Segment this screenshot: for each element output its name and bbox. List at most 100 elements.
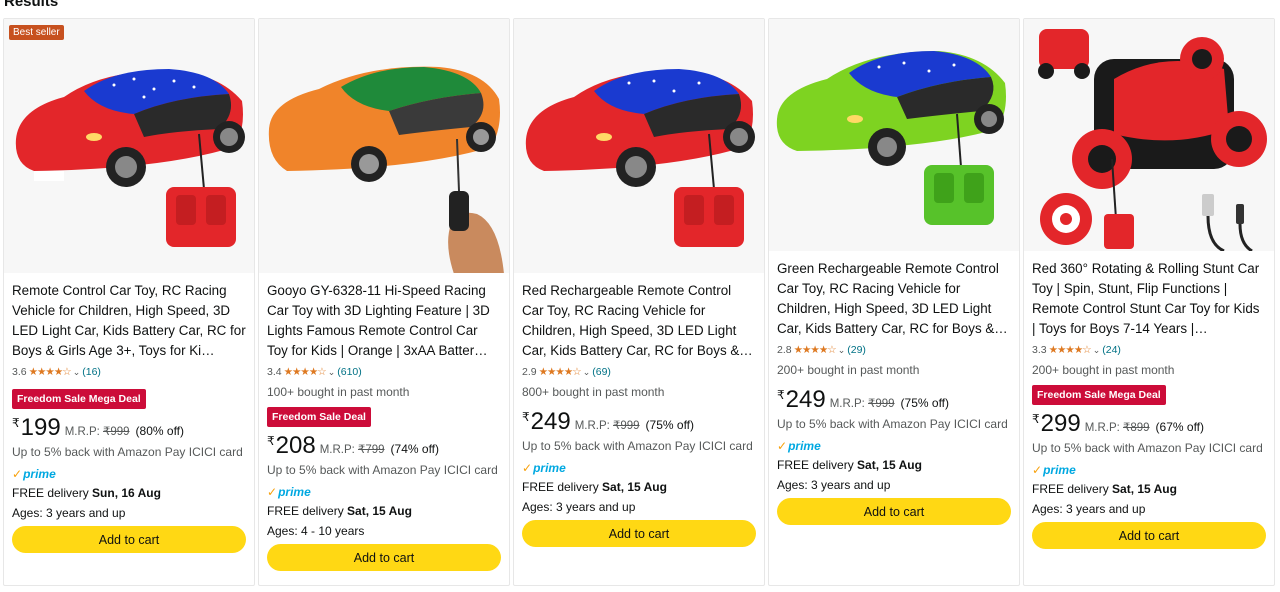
delivery-text: FREE delivery Sat, 15 Aug [777, 458, 922, 472]
mrp-value: ₹799 [358, 444, 385, 456]
prime-badge: ✓ prime [1032, 463, 1076, 477]
rating-row[interactable]: 3.3 ★★★★☆ ⌄ (24) [1032, 343, 1266, 357]
product-title[interactable]: Red 360° Rotating & Rolling Stunt Car To… [1032, 259, 1266, 339]
mrp-label: M.R.P: [319, 444, 355, 456]
price-row: ₹ 208 M.R.P: ₹799 (74% off) [267, 433, 501, 459]
product-card-5[interactable]: Red 360° Rotating & Rolling Stunt Car To… [1023, 18, 1275, 586]
mrp-value: ₹999 [103, 426, 130, 438]
bought-count: 200+ bought in past month [777, 363, 920, 377]
rating-value: 2.8 [777, 344, 792, 356]
product-title[interactable]: Remote Control Car Toy, RC Racing Vehicl… [12, 281, 246, 361]
rating-value: 3.4 [267, 366, 282, 378]
rating-count[interactable]: (16) [82, 366, 101, 378]
product-title[interactable]: Gooyo GY-6328-11 Hi-Speed Racing Car Toy… [267, 281, 501, 361]
add-to-cart-button[interactable]: Add to cart [522, 520, 756, 547]
chevron-down-icon[interactable]: ⌄ [328, 367, 336, 378]
product-title[interactable]: Red Rechargeable Remote Control Car Toy,… [522, 281, 756, 361]
delivery-text: FREE delivery Sat, 15 Aug [1032, 482, 1177, 496]
discount: (80% off) [135, 424, 185, 438]
delivery-text: FREE delivery Sun, 16 Aug [12, 486, 161, 500]
mrp-value: ₹999 [868, 398, 895, 410]
prime-badge: ✓ prime [777, 439, 821, 453]
delivery-text: FREE delivery Sat, 15 Aug [267, 504, 412, 518]
prime-badge: ✓ prime [12, 467, 56, 481]
age-range: Ages: 4 - 10 years [267, 524, 365, 538]
rating-row[interactable]: 3.4 ★★★★☆ ⌄ (610) [267, 365, 501, 379]
deal-badge: Freedom Sale Mega Deal [12, 389, 146, 409]
cashback-text: Up to 5% back with Amazon Pay ICICI card [1032, 441, 1263, 455]
price-row: ₹ 249 M.R.P: ₹999 (75% off) [522, 409, 756, 435]
discount: (75% off) [645, 418, 695, 432]
price-row: ₹ 299 M.R.P: ₹899 (67% off) [1032, 411, 1266, 437]
best-seller-badge: Best seller [9, 25, 64, 40]
rating-value: 2.9 [522, 366, 537, 378]
chevron-down-icon[interactable]: ⌄ [73, 367, 81, 378]
price: 249 [785, 386, 826, 413]
cashback-text: Up to 5% back with Amazon Pay ICICI card [12, 445, 243, 459]
add-to-cart-button[interactable]: Add to cart [12, 526, 246, 553]
price: 199 [20, 414, 61, 441]
rating-count[interactable]: (610) [337, 366, 362, 378]
currency-symbol: ₹ [522, 410, 530, 424]
star-icon: ★★★★☆ [793, 344, 837, 356]
product-card-4[interactable]: Green Rechargeable Remote Control Car To… [768, 18, 1020, 586]
price-row: ₹ 249 M.R.P: ₹999 (75% off) [777, 387, 1011, 413]
star-icon: ★★★★☆ [1048, 344, 1092, 356]
currency-symbol: ₹ [1032, 412, 1040, 426]
age-range: Ages: 3 years and up [12, 506, 126, 520]
star-icon: ★★★★☆ [283, 366, 327, 378]
mrp-label: M.R.P: [64, 426, 100, 438]
age-range: Ages: 3 years and up [522, 500, 636, 514]
cashback-text: Up to 5% back with Amazon Pay ICICI card [777, 417, 1008, 431]
prime-check-icon: ✓ [1032, 463, 1043, 477]
currency-symbol: ₹ [777, 388, 785, 402]
currency-symbol: ₹ [267, 434, 275, 448]
prime-check-icon: ✓ [522, 461, 533, 475]
product-image-4[interactable] [769, 19, 1019, 251]
age-range: Ages: 3 years and up [1032, 502, 1146, 516]
rating-row[interactable]: 2.8 ★★★★☆ ⌄ (29) [777, 343, 1011, 357]
star-icon: ★★★★☆ [538, 366, 582, 378]
discount: (74% off) [390, 442, 440, 456]
price: 208 [275, 432, 316, 459]
add-to-cart-button[interactable]: Add to cart [267, 544, 501, 571]
product-image-5[interactable] [1024, 19, 1274, 251]
deal-badge: Freedom Sale Deal [267, 407, 371, 427]
rating-count[interactable]: (69) [592, 366, 611, 378]
product-card-3[interactable]: Red Rechargeable Remote Control Car Toy,… [513, 18, 765, 586]
rating-value: 3.6 [12, 366, 27, 378]
price: 299 [1040, 410, 1081, 437]
prime-check-icon: ✓ [12, 467, 23, 481]
mrp-value: ₹899 [1123, 422, 1150, 434]
chevron-down-icon[interactable]: ⌄ [838, 345, 846, 356]
rating-row[interactable]: 3.6 ★★★★☆ ⌄ (16) [12, 365, 246, 379]
chevron-down-icon[interactable]: ⌄ [583, 367, 591, 378]
rating-row[interactable]: 2.9 ★★★★☆ ⌄ (69) [522, 365, 756, 379]
product-image-3[interactable] [514, 19, 764, 273]
chevron-down-icon[interactable]: ⌄ [1093, 345, 1101, 356]
bought-count: 800+ bought in past month [522, 385, 665, 399]
currency-symbol: ₹ [12, 416, 20, 430]
mrp-label: M.R.P: [1084, 422, 1120, 434]
mrp-label: M.R.P: [574, 420, 610, 432]
bought-count: 200+ bought in past month [1032, 363, 1175, 377]
delivery-text: FREE delivery Sat, 15 Aug [522, 480, 667, 494]
rating-count[interactable]: (29) [847, 344, 866, 356]
mrp-label: M.R.P: [829, 398, 865, 410]
deal-badge: Freedom Sale Mega Deal [1032, 385, 1166, 405]
mrp-value: ₹999 [613, 420, 640, 432]
product-card-1[interactable]: Best seller Remote Control Car Toy, RC R… [3, 18, 255, 586]
price-row: ₹ 199 M.R.P: ₹999 (80% off) [12, 415, 246, 441]
product-image-2[interactable] [259, 19, 509, 273]
rating-count[interactable]: (24) [1102, 344, 1121, 356]
prime-badge: ✓ prime [522, 461, 566, 475]
product-title[interactable]: Green Rechargeable Remote Control Car To… [777, 259, 1011, 339]
add-to-cart-button[interactable]: Add to cart [1032, 522, 1266, 549]
product-card-2[interactable]: Gooyo GY-6328-11 Hi-Speed Racing Car Toy… [258, 18, 510, 586]
product-image-1[interactable] [4, 19, 254, 273]
cashback-text: Up to 5% back with Amazon Pay ICICI card [522, 439, 753, 453]
results-heading: Results [4, 0, 59, 10]
prime-check-icon: ✓ [267, 485, 278, 499]
discount: (75% off) [900, 396, 950, 410]
add-to-cart-button[interactable]: Add to cart [777, 498, 1011, 525]
